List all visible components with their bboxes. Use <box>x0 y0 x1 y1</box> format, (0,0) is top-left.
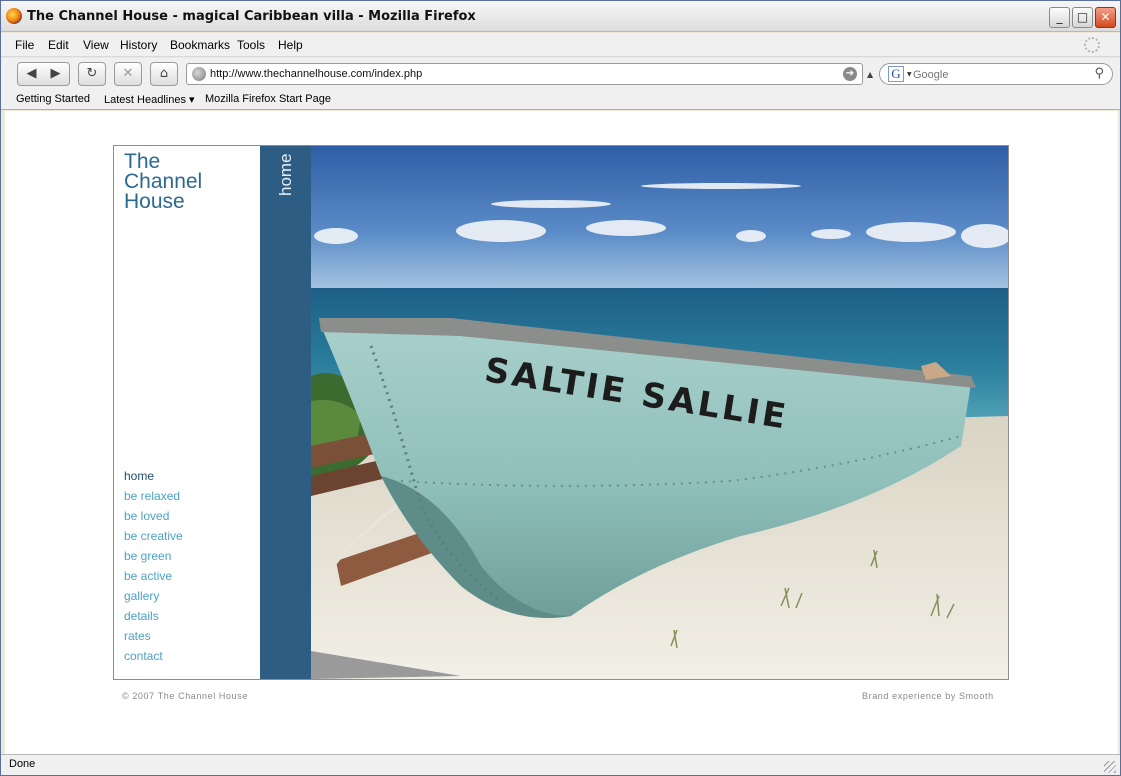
bookmarks-toolbar: Getting Started Latest Headlines ▾ Mozil… <box>1 90 1120 110</box>
nav-be-creative[interactable]: be creative <box>124 528 183 548</box>
menu-view[interactable]: View <box>83 38 109 52</box>
search-icon[interactable]: ⚲ <box>1094 66 1104 81</box>
nav-details[interactable]: details <box>124 608 183 628</box>
section-label-text: home <box>276 153 295 196</box>
nav-contact[interactable]: contact <box>124 648 183 668</box>
firefox-logo-icon <box>6 8 22 24</box>
bookmark-firefox-start-page[interactable]: Mozilla Firefox Start Page <box>205 93 331 105</box>
nav-home[interactable]: home <box>124 468 183 488</box>
search-engine-dropdown-icon[interactable]: ▼ <box>907 71 912 78</box>
logo-line-3: House <box>124 190 185 213</box>
menu-help[interactable]: Help <box>278 38 303 52</box>
home-button[interactable]: ⌂ <box>150 62 178 86</box>
nav-be-green[interactable]: be green <box>124 548 183 568</box>
nav-be-relaxed[interactable]: be relaxed <box>124 488 183 508</box>
section-label: home <box>276 150 295 210</box>
close-button[interactable]: ✕ <box>1095 7 1116 28</box>
reload-button[interactable]: ↻ <box>78 62 106 86</box>
logo-line-2: Channel <box>124 170 203 193</box>
address-bar-url[interactable]: http://www.thechannelhouse.com/index.php <box>210 68 422 80</box>
forward-button[interactable]: ▶ <box>44 63 68 85</box>
back-forward-buttons: ◀ ▶ <box>17 62 70 86</box>
menu-tools[interactable]: Tools <box>237 38 265 52</box>
bookmark-latest-headlines[interactable]: Latest Headlines ▾ <box>104 93 195 106</box>
logo-line-1: The <box>124 150 161 173</box>
minimize-button[interactable]: _ <box>1049 7 1070 28</box>
menu-history[interactable]: History <box>120 38 157 52</box>
url-dropdown-icon[interactable]: ▲ <box>867 70 873 79</box>
site-globe-icon <box>192 67 206 81</box>
go-button[interactable]: ➔ <box>843 67 857 81</box>
back-button[interactable]: ◀ <box>20 63 44 85</box>
search-input[interactable] <box>913 67 1083 82</box>
status-bar: Done <box>1 754 1120 775</box>
activity-throbber-icon <box>1084 37 1100 53</box>
resize-grip-icon[interactable] <box>1104 761 1116 773</box>
menu-edit[interactable]: Edit <box>48 38 69 52</box>
navigation-toolbar: ◀ ▶ ↻ ✕ ⌂ http://www.thechannelhouse.com/… <box>1 58 1120 90</box>
stop-button[interactable]: ✕ <box>114 62 142 86</box>
hero-photo-boat-on-beach: SALTIE SALLIE <box>311 146 1008 679</box>
title-bar: The Channel House - magical Caribbean vi… <box>1 1 1120 32</box>
nav-gallery[interactable]: gallery <box>124 588 183 608</box>
menu-bar: File Edit View History Bookmarks Tools H… <box>1 33 1120 57</box>
menu-bookmarks[interactable]: Bookmarks <box>170 38 230 52</box>
footer-credit-link[interactable]: Brand experience by Smooth <box>862 691 994 701</box>
footer-copyright: © 2007 The Channel House <box>122 691 248 701</box>
bookmark-getting-started[interactable]: Getting Started <box>16 93 90 105</box>
window-title: The Channel House - magical Caribbean vi… <box>27 9 476 24</box>
hero-photo: SALTIE SALLIE <box>311 146 1008 679</box>
browser-window: The Channel House - magical Caribbean vi… <box>0 0 1121 776</box>
search-engine-google-icon[interactable]: G <box>888 66 904 82</box>
section-label-strip: home <box>260 146 311 679</box>
page-content: The Channel House home be relaxed be lov… <box>5 111 1118 754</box>
nav-be-active[interactable]: be active <box>124 568 183 588</box>
site-navigation: home be relaxed be loved be creative be … <box>124 468 183 668</box>
search-bar: G ▼ ⚲ <box>879 63 1113 85</box>
status-text: Done <box>9 758 36 770</box>
menu-file[interactable]: File <box>15 38 34 52</box>
site-logo[interactable]: The Channel House <box>124 150 244 213</box>
maximize-button[interactable]: □ <box>1072 7 1093 28</box>
site-frame: The Channel House home be relaxed be lov… <box>113 145 1009 680</box>
nav-be-loved[interactable]: be loved <box>124 508 183 528</box>
address-bar[interactable]: http://www.thechannelhouse.com/index.php… <box>186 63 863 85</box>
nav-rates[interactable]: rates <box>124 628 183 648</box>
